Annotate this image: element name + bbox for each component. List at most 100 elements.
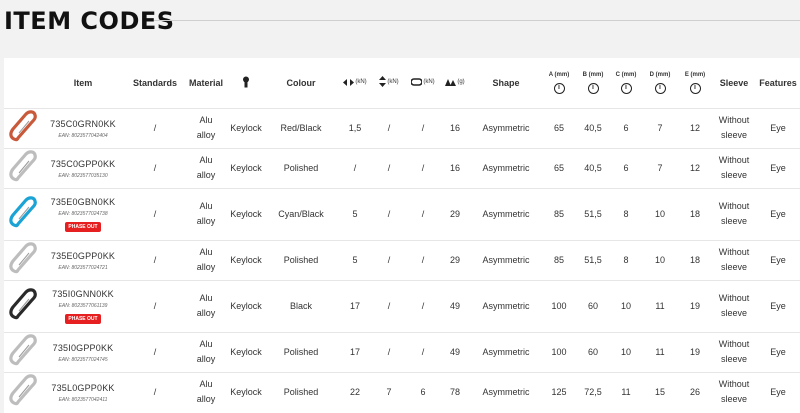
header-d: D (mm) i (642, 58, 678, 108)
dim-e-cell: 19 (689, 346, 700, 357)
ean-code: EAN: 8023577061139 (58, 303, 108, 309)
dim-c-cell: 10 (620, 300, 631, 311)
dim-a-cell: 125 (551, 386, 567, 397)
weight-cell: 29 (449, 254, 460, 265)
carabiner-icon (9, 287, 37, 319)
colour-cell: Polished (283, 346, 319, 357)
dim-c-cell: 6 (623, 162, 629, 173)
material-cell: Alu alloy (184, 240, 228, 280)
dim-d-cell: 10 (654, 254, 665, 265)
colour-cell: Red/Black (280, 122, 322, 133)
standards-cell: / (153, 162, 157, 173)
info-icon[interactable]: i (654, 83, 666, 95)
item-code[interactable]: 735C0GPP0KK (40, 157, 126, 172)
material-line-2: alloy (196, 216, 216, 226)
info-icon[interactable]: i (689, 83, 701, 95)
item-cell: 735E0GBN0KK EAN: 8023577024738 PHASE OUT (40, 188, 126, 240)
standards-cell: / (153, 122, 157, 133)
weight-cell: 49 (449, 300, 460, 311)
carabiner-image[interactable] (4, 148, 40, 188)
sleeve-cell: Without sleeve (712, 188, 756, 240)
table-row[interactable]: 735E0GBN0KK EAN: 8023577024738 PHASE OUT… (4, 188, 800, 240)
item-cell: 735I0GNN0KK EAN: 8023577061139 PHASE OUT (40, 280, 126, 332)
colour-cell: Polished (283, 386, 319, 397)
dim-c-cell: 6 (623, 122, 629, 133)
minor-axis-cell: / (387, 254, 391, 265)
sleeve-cell: Without sleeve (712, 240, 756, 280)
header-sleeve: Sleeve (719, 77, 749, 88)
sleeve-line-2: sleeve (720, 308, 747, 318)
carabiner-image[interactable] (4, 280, 40, 332)
carabiner-image[interactable] (4, 372, 40, 412)
major-axis-cell: 1,5 (348, 122, 362, 133)
item-code[interactable]: 735L0GPP0KK (40, 381, 126, 396)
sleeve-line-2: sleeve (720, 354, 747, 364)
standards-cell: / (153, 300, 157, 311)
material-cell: Alu alloy (184, 108, 228, 148)
carabiner-image[interactable] (4, 188, 40, 240)
dim-a-cell: 85 (553, 254, 564, 265)
minor-axis-cell: / (387, 300, 391, 311)
ean-code: EAN: 8023577024745 (58, 356, 108, 363)
dim-b-cell: 40,5 (584, 122, 602, 133)
item-codes-table: Item Standards Material Colour (kN) (kN)… (4, 58, 800, 412)
sleeve-line-1: Without (718, 293, 750, 303)
standards-cell: / (153, 386, 157, 397)
info-icon[interactable]: i (553, 83, 565, 95)
open-gate-cell: 6 (420, 386, 426, 397)
open-gate-icon (411, 77, 423, 86)
dim-b-cell: 60 (587, 346, 598, 357)
table-row[interactable]: 735E0GPP0KK EAN: 8023577024721 / Alu all… (4, 240, 800, 280)
item-code[interactable]: 735E0GBN0KK (40, 195, 126, 210)
header-material: Material (188, 77, 223, 88)
dim-e-cell: 18 (689, 208, 700, 219)
dim-d-cell: 11 (655, 346, 665, 357)
info-icon[interactable]: i (620, 83, 632, 95)
header-colour: Colour (286, 77, 316, 88)
gate-cell: Keylock (230, 300, 262, 311)
features-cell: Eye (770, 300, 786, 311)
item-cell: 735C0GPP0KK EAN: 8023577035130 (40, 148, 126, 188)
material-line-2: alloy (196, 394, 216, 404)
table-row[interactable]: 735I0GPP0KK EAN: 8023577024745 / Alu all… (4, 332, 800, 372)
dim-d-cell: 7 (657, 122, 663, 133)
table-row[interactable]: 735L0GPP0KK EAN: 8023577042411 / Alu all… (4, 372, 800, 412)
shape-cell: Asymmetric (482, 162, 530, 173)
dim-c-cell: 10 (620, 346, 631, 357)
item-code[interactable]: 735C0GRN0KK (40, 117, 126, 132)
carabiner-image[interactable] (4, 332, 40, 372)
item-cell: 735C0GRN0KK EAN: 8023577042404 (40, 108, 126, 148)
table-row[interactable]: 735I0GNN0KK EAN: 8023577061139 PHASE OUT… (4, 280, 800, 332)
open-gate-cell: / (421, 254, 425, 265)
weight-unit: (g) (457, 78, 465, 85)
dim-a-cell: 65 (553, 122, 564, 133)
info-icon[interactable]: i (587, 83, 599, 95)
item-code[interactable]: 735I0GNN0KK (40, 287, 126, 302)
gate-cell: Keylock (230, 386, 262, 397)
ean-code: EAN: 8023577024738 (58, 211, 108, 217)
colour-cell: Polished (283, 254, 319, 265)
minor-axis-cell: / (387, 162, 391, 173)
table-row[interactable]: 735C0GPP0KK EAN: 8023577035130 / Alu all… (4, 148, 800, 188)
sleeve-line-1: Without (718, 247, 750, 257)
item-code[interactable]: 735I0GPP0KK (40, 341, 126, 356)
minor-axis-cell: / (387, 346, 391, 357)
title-divider (154, 20, 800, 21)
header-shape: Shape (492, 77, 520, 88)
carabiner-image[interactable] (4, 108, 40, 148)
header-e: E (mm) i (678, 58, 712, 108)
sleeve-line-2: sleeve (720, 216, 747, 226)
page-title: ITEM CODES (4, 7, 175, 35)
minor-axis-unit: (kN) (387, 78, 399, 85)
item-code[interactable]: 735E0GPP0KK (40, 249, 126, 264)
sleeve-cell: Without sleeve (712, 148, 756, 188)
carabiner-image[interactable] (4, 240, 40, 280)
sleeve-line-2: sleeve (720, 130, 747, 140)
ean-code: EAN: 8023577042404 (58, 132, 108, 139)
material-line-2: alloy (196, 308, 216, 318)
open-gate-cell: / (421, 162, 425, 173)
sleeve-line-1: Without (718, 115, 750, 125)
header-weight: (g) (440, 58, 470, 108)
carabiner-icon (9, 195, 37, 227)
table-row[interactable]: 735C0GRN0KK EAN: 8023577042404 / Alu all… (4, 108, 800, 148)
